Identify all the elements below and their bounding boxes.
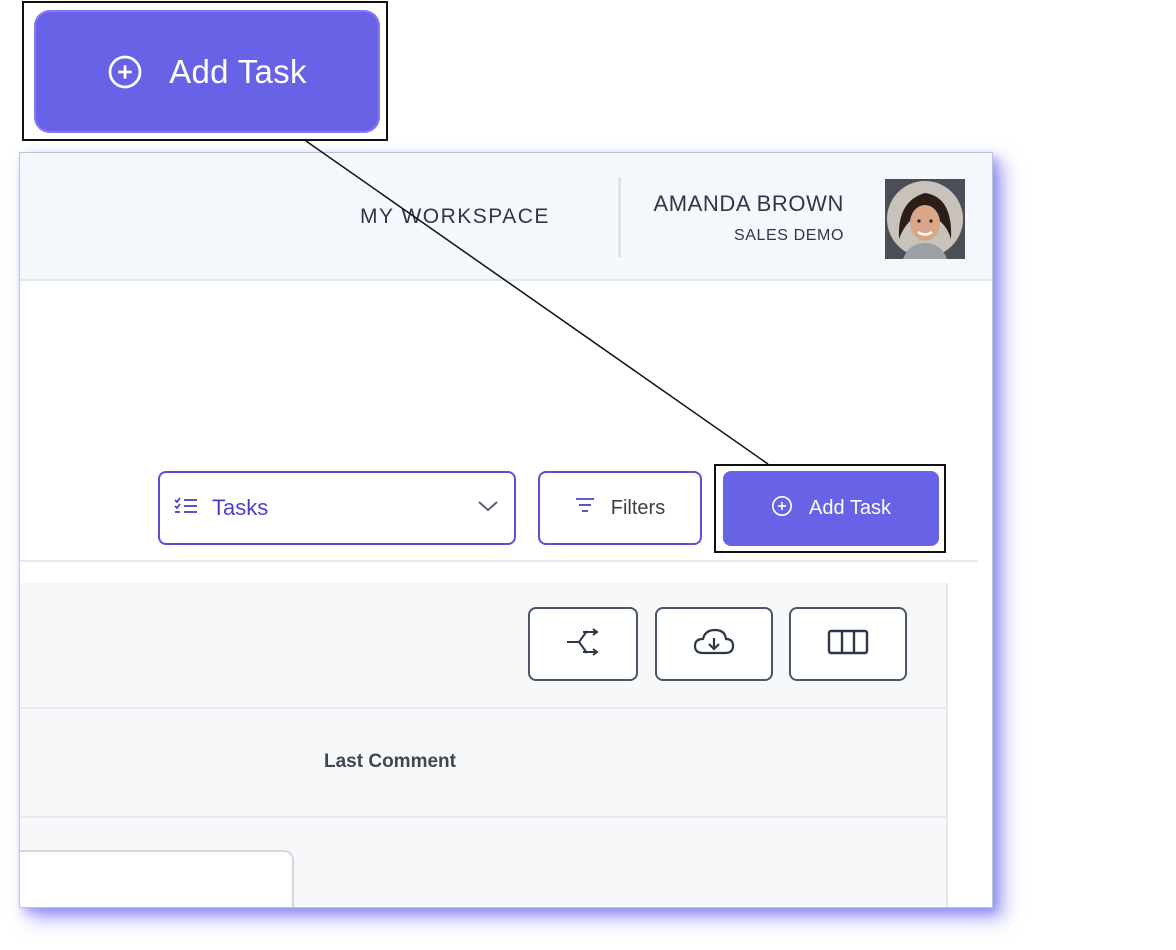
plus-circle-icon <box>107 54 143 90</box>
user-name: AMANDA BROWN <box>653 191 844 216</box>
cloud-download-icon <box>693 627 735 662</box>
add-task-button[interactable]: Add Task <box>723 471 939 546</box>
table-cell[interactable] <box>20 850 294 907</box>
header-divider <box>618 177 621 257</box>
add-task-label: Add Task <box>809 497 891 519</box>
share-button[interactable] <box>528 607 638 681</box>
filter-icon <box>575 496 595 520</box>
filters-label: Filters <box>610 496 666 519</box>
share-icon <box>565 627 601 661</box>
toolbar-divider <box>20 560 978 562</box>
columns-icon <box>827 629 869 660</box>
grid-divider <box>20 816 946 818</box>
view-select-value: Tasks <box>212 495 269 520</box>
task-grid: Last Comment <box>20 583 948 907</box>
checklist-icon <box>174 496 198 521</box>
avatar[interactable] <box>885 179 965 259</box>
grid-divider <box>20 707 946 709</box>
column-header-last-comment[interactable]: Last Comment <box>324 751 456 773</box>
download-button[interactable] <box>655 607 773 681</box>
top-header: MY WORKSPACE AMANDA BROWN SALES DEMO <box>20 153 992 281</box>
chevron-down-icon <box>476 498 500 519</box>
callout-add-task-button[interactable]: Add Task <box>34 10 380 133</box>
zoom-callout: Add Task <box>22 1 388 141</box>
view-select[interactable]: Tasks <box>158 471 516 545</box>
columns-button[interactable] <box>789 607 907 681</box>
callout-add-task-label: Add Task <box>169 52 307 90</box>
app-window: MY WORKSPACE AMANDA BROWN SALES DEMO Tas… <box>19 152 993 908</box>
user-org: SALES DEMO <box>733 227 844 244</box>
workspace-link[interactable]: MY WORKSPACE <box>360 205 550 229</box>
plus-circle-icon <box>771 495 793 523</box>
filters-button[interactable]: Filters <box>538 471 702 545</box>
